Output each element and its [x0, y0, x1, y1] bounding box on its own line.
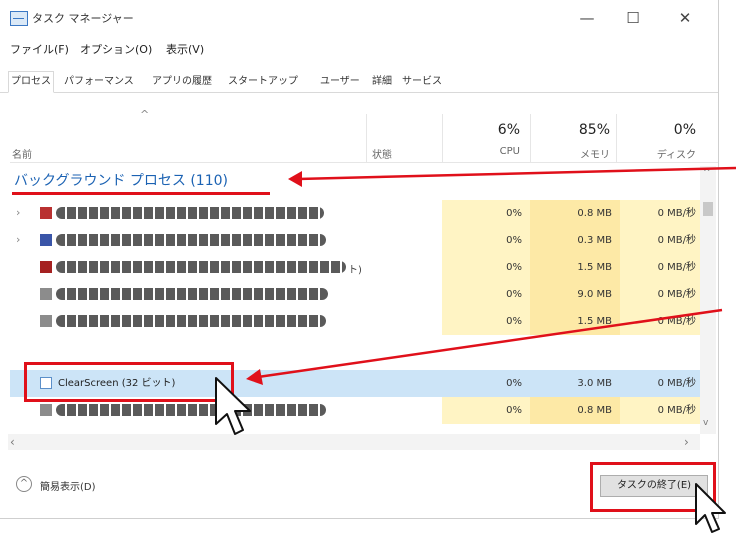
mouse-pointer-icon	[215, 377, 251, 435]
annotation-arrows	[246, 166, 736, 385]
annotation-arrow-group	[297, 166, 736, 181]
annotation-arrow-row	[257, 308, 723, 379]
annotation-arrowhead	[288, 171, 302, 187]
mouse-pointer-icon	[695, 483, 726, 533]
